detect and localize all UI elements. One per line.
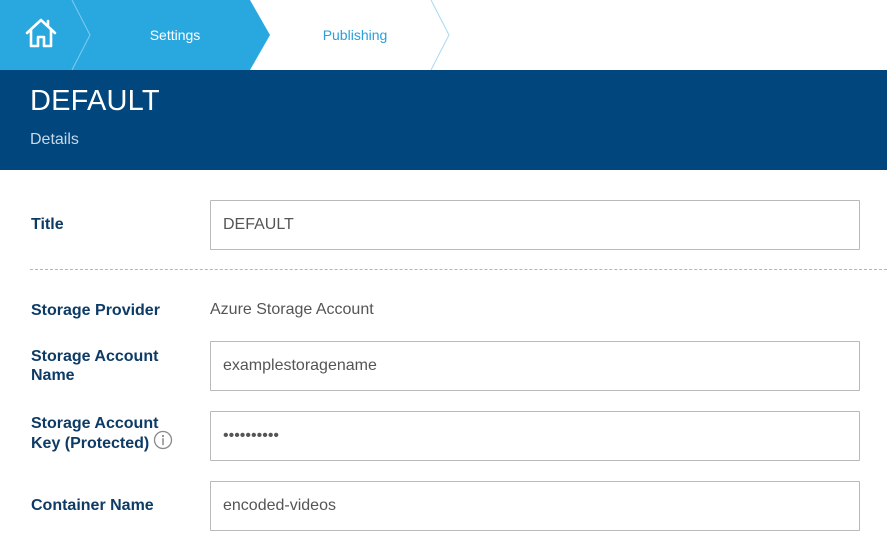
storage-account-key-label: Storage Account Key (Protected) (31, 414, 173, 455)
storage-account-name-label: Storage Account Name (31, 347, 158, 385)
section-divider (30, 269, 887, 270)
storage-provider-label: Storage Provider (31, 302, 160, 319)
title-label: Title (31, 216, 64, 233)
storage-account-key-label-line1: Storage Account (31, 415, 159, 432)
breadcrumb-settings[interactable]: Settings (86, 0, 264, 70)
container-name-label: Container Name (31, 497, 154, 514)
container-name-input[interactable] (210, 481, 860, 531)
breadcrumb: Settings Publishing (0, 0, 887, 70)
home-button[interactable] (0, 0, 82, 70)
page-subtitle: Details (30, 131, 79, 148)
storage-account-name-label-line1: Storage Account (31, 348, 159, 365)
storage-account-name-input[interactable] (210, 341, 860, 391)
storage-account-key-input[interactable] (210, 411, 860, 461)
title-input[interactable] (210, 200, 860, 250)
page-title: DEFAULT (30, 85, 160, 117)
breadcrumb-publishing[interactable]: Publishing (266, 0, 444, 70)
page-header: DEFAULT Details (0, 70, 887, 170)
storage-account-name-label-line2: Name (31, 367, 75, 384)
home-icon (24, 16, 58, 55)
info-icon[interactable] (153, 430, 173, 455)
storage-provider-value: Azure Storage Account (210, 301, 374, 318)
storage-account-key-label-line2: Key (Protected) (31, 435, 150, 453)
